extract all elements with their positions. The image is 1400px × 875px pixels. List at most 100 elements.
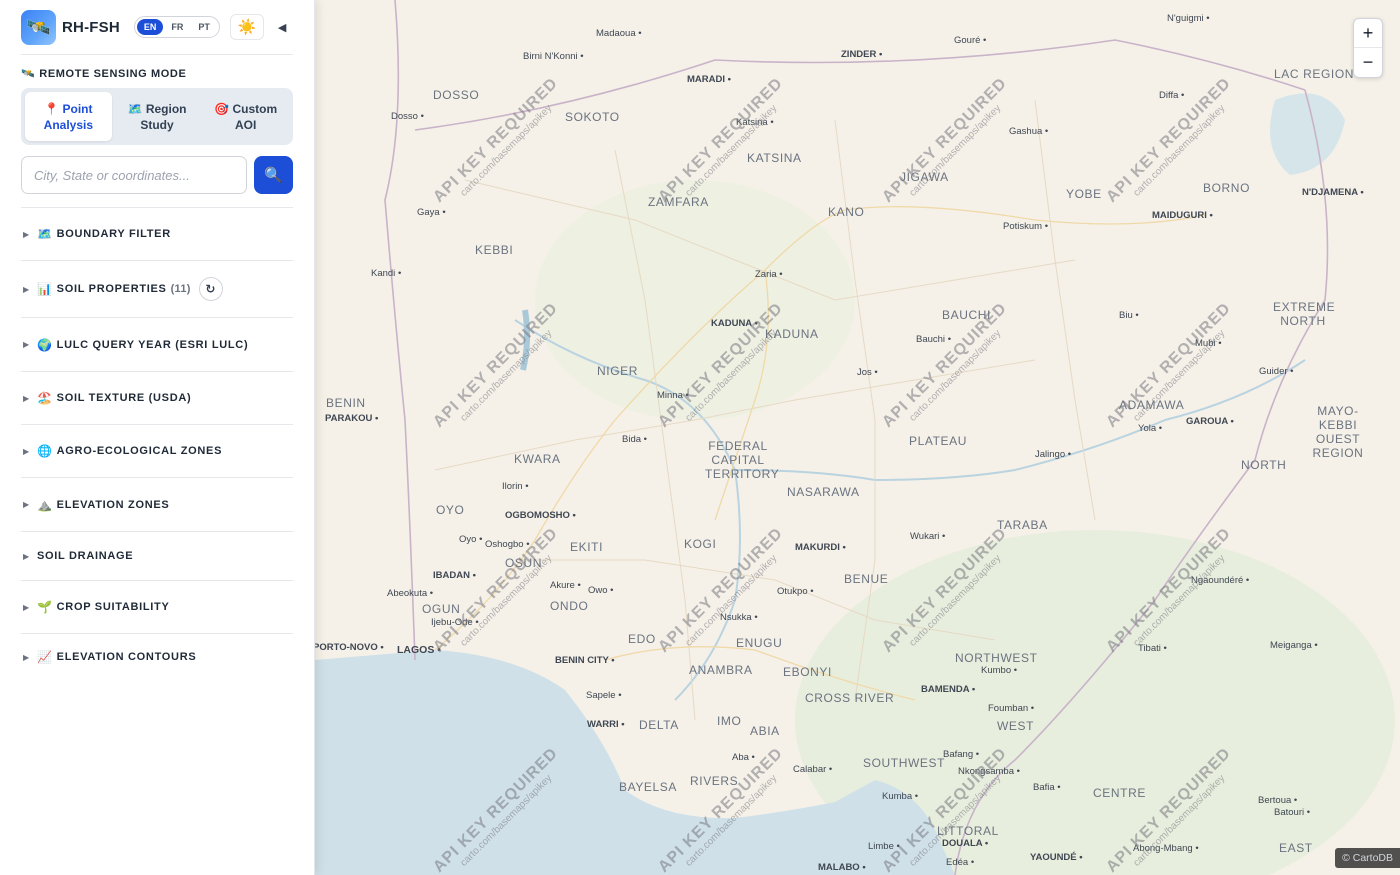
zoom-in-button[interactable]: + (1354, 19, 1382, 48)
lang-pt-button[interactable]: PT (191, 19, 217, 35)
map-city-label: Oshogbo (485, 539, 530, 550)
section-label: AGRO-ECOLOGICAL ZONES (56, 445, 223, 457)
location-search-input[interactable] (21, 156, 247, 194)
map-city-label: Potiskum (1003, 221, 1048, 232)
tab-label-line1: Custom (232, 101, 278, 116)
map-region-label: BENUE (844, 572, 889, 586)
map-region-label: EBONYI (783, 665, 832, 679)
map-city-label: Calabar (793, 764, 832, 775)
section-soil-drainage[interactable]: ▶ SOIL DRAINAGE (21, 532, 293, 581)
map-region-label: PLATEAU (909, 434, 967, 448)
tab-point-analysis[interactable]: 📍 Point Analysis (25, 92, 112, 141)
section-label: ELEVATION ZONES (56, 498, 170, 511)
search-row: 🔍 (21, 156, 293, 194)
map-region-label: MAYO-KEBBI OUEST REGION (1312, 404, 1364, 460)
map-region-label: ONDO (550, 599, 589, 613)
map-view[interactable]: DOSSO SOKOTO KATSINA ZAMFARA JIGAWA KANO… (315, 0, 1400, 875)
line-chart-icon: 📈 (37, 650, 53, 664)
section-agro-ecological-zones[interactable]: ▶ 🌐 AGRO-ECOLOGICAL ZONES (21, 425, 293, 478)
pin-icon: 📍 (44, 101, 60, 116)
map-city-label: GAROUA (1186, 416, 1234, 427)
map-region-label: WEST (997, 719, 1035, 733)
section-soil-texture[interactable]: ▶ 🏖️ SOIL TEXTURE (USDA) (21, 372, 293, 425)
collapse-sidebar-button[interactable]: ◀ (278, 21, 286, 34)
mode-label-text: REMOTE SENSING MODE (39, 67, 187, 80)
globe-grid-icon: 🌐 (37, 444, 53, 458)
kainji-lake (520, 309, 531, 371)
map-region-label: EAST (1279, 841, 1313, 855)
map-region-label: TARABA (997, 518, 1048, 532)
map-region-label: ZAMFARA (648, 195, 709, 209)
tab-region-study[interactable]: 🗺️ Region Study (114, 92, 201, 141)
expand-arrow-icon: ▶ (23, 340, 30, 349)
map-region-label: IMO (717, 714, 742, 728)
lang-fr-button[interactable]: FR (164, 19, 190, 35)
section-elevation-zones[interactable]: ▶ ⛰️ ELEVATION ZONES (21, 478, 293, 532)
map-city-label: Mubi (1195, 338, 1222, 349)
map-city-label: PARAKOU (325, 413, 378, 424)
map-city-label: Oyo (459, 534, 482, 545)
theme-toggle-button[interactable]: ☀️ (229, 14, 264, 40)
globe-icon: 🌍 (37, 337, 53, 352)
map-region-label: OGUN (422, 602, 461, 616)
map-region-label: KANO (828, 205, 865, 219)
map-region-label: OSUN (505, 556, 543, 570)
map-city-label: Dosso (391, 111, 424, 122)
map-city-label: Bertoua (1258, 795, 1297, 806)
section-boundary-filter[interactable]: ▶ 🗺️ BOUNDARY FILTER (21, 208, 293, 261)
map-city-label: IBADAN (433, 570, 476, 581)
lang-en-button[interactable]: EN (136, 19, 164, 35)
map-region-label: EXTREME NORTH (1273, 300, 1336, 328)
section-label: LULC QUERY YEAR (ESRI LULC) (56, 338, 249, 351)
map-city-label: Foumban (988, 703, 1034, 714)
zoom-out-button[interactable]: − (1354, 48, 1382, 77)
map-city-label: Aba (732, 752, 755, 763)
section-label: SOIL PROPERTIES (56, 283, 167, 295)
map-region-label: KWARA (514, 452, 561, 466)
map-city-label: MARADI (687, 74, 731, 85)
language-switcher: EN FR PT (133, 16, 220, 38)
map-city-label: Bida (622, 434, 647, 445)
map-region-label: CENTRE (1093, 786, 1146, 800)
tab-custom-aoi[interactable]: 🎯 Custom AOI (202, 92, 289, 141)
map-city-label: Nkongsamba (958, 766, 1020, 777)
map-city-label: Bafia (1033, 782, 1061, 793)
mode-label: 🛰️ REMOTE SENSING MODE (21, 67, 293, 81)
map-city-label: Guider (1259, 366, 1293, 377)
tab-label-line1: Region (145, 101, 187, 116)
map-city-label: Batouri (1274, 807, 1310, 818)
chevron-left-icon: ◀ (277, 21, 287, 34)
map-attribution[interactable]: © CartoDB (1335, 848, 1400, 868)
map-city-label: Nsukka (720, 612, 758, 623)
refresh-button[interactable]: ↻ (198, 277, 223, 301)
section-soil-properties[interactable]: ▶ 📊 SOIL PROPERTIES (11) ↻ (21, 261, 293, 318)
sidebar-header: 🛰️ RH-FSH EN FR PT ☀️ ◀ (21, 0, 293, 55)
map-city-label: Meiganga (1270, 640, 1318, 651)
satellite-icon: 🛰️ (21, 68, 36, 80)
map-region-label: ENUGU (736, 636, 783, 650)
section-lulc-query-year[interactable]: ▶ 🌍 LULC QUERY YEAR (ESRI LULC) (21, 318, 293, 372)
map-city-label: Gaya (417, 207, 446, 218)
tab-label-line2: AOI (235, 117, 257, 132)
map-city-label: KADUNA (711, 318, 758, 329)
vegetation-area (535, 180, 855, 420)
map-city-label: N'guigmi (1167, 13, 1210, 24)
expand-arrow-icon: ▶ (23, 446, 30, 456)
map-city-label: Edéa (946, 857, 974, 868)
tab-label-line2: Study (140, 117, 174, 132)
section-crop-suitability[interactable]: ▶ 🌱 CROP SUITABILITY (21, 581, 293, 634)
mountain-icon: ⛰️ (37, 497, 53, 512)
section-elevation-contours[interactable]: ▶ 📈 ELEVATION CONTOURS (21, 634, 293, 680)
map-region-label: KEBBI (475, 243, 514, 257)
map-region-label: BENIN (326, 396, 366, 410)
map-city-label: Kumba (882, 791, 918, 802)
map-region-label: NORTHWEST (955, 651, 1038, 665)
map-region-label: JIGAWA (900, 170, 949, 184)
map-region-label: NORTH (1241, 458, 1287, 472)
search-button[interactable]: 🔍 (254, 156, 293, 194)
expand-arrow-icon: ▶ (23, 551, 30, 561)
map-city-label: Otukpo (777, 586, 814, 597)
section-label: CROP SUITABILITY (56, 601, 170, 613)
map-city-label: DOUALA (942, 838, 988, 849)
map-region-label: BORNO (1203, 181, 1251, 195)
